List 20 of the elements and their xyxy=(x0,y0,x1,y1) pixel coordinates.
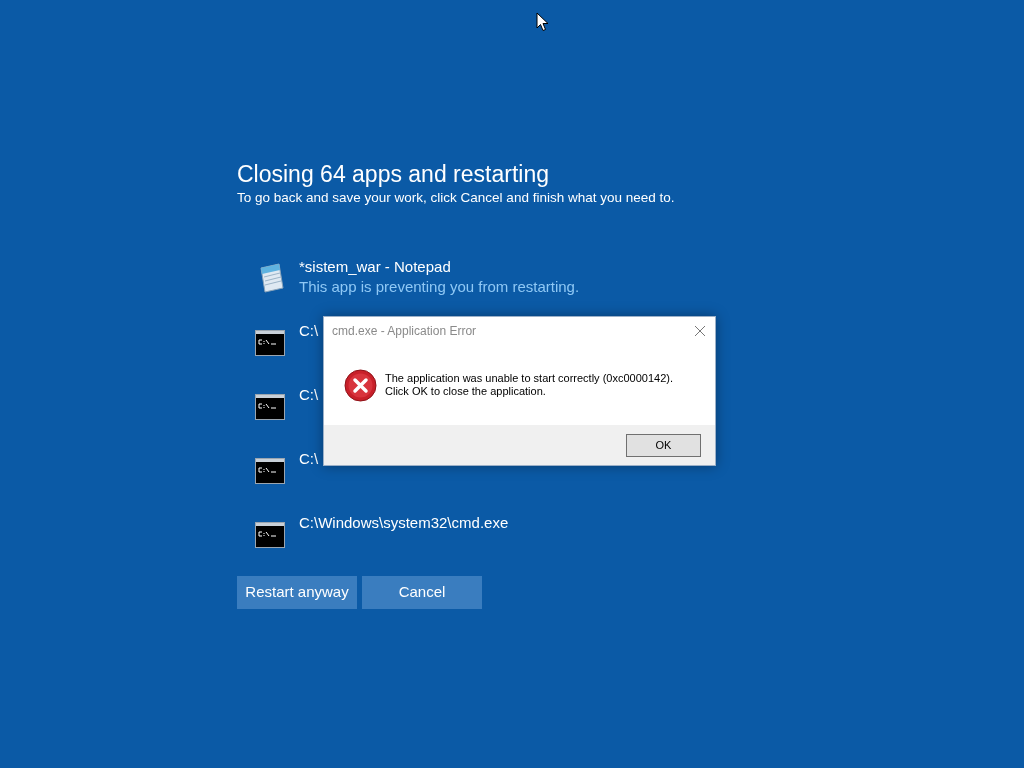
instructions-text: To go back and save your work, click Cancel and finish what you need to. xyxy=(237,189,675,207)
app-name: C:\ xyxy=(299,385,319,405)
ok-button[interactable]: OK xyxy=(626,433,701,457)
close-icon[interactable] xyxy=(694,325,706,337)
error-icon xyxy=(344,368,377,402)
restart-anyway-button[interactable]: Restart anyway xyxy=(237,576,357,609)
dialog-title: cmd.exe - Application Error xyxy=(332,323,478,340)
error-message: The application was unable to start correctly (0xc0000142). Click OK to close the application. xyxy=(385,372,673,398)
page-title: Closing 64 apps and restarting xyxy=(237,160,549,189)
command-prompt-icon xyxy=(255,522,285,548)
mouse-pointer-icon xyxy=(536,12,549,32)
command-prompt-icon xyxy=(255,458,285,484)
app-name: *sistem_war - Notepad xyxy=(299,257,451,277)
app-name: C:\ xyxy=(299,321,319,341)
app-name: C:\Windows\system32\cmd.exe xyxy=(299,513,509,533)
app-name: C:\ xyxy=(299,449,319,469)
app-status-text: This app is preventing you from restarting. xyxy=(299,277,580,297)
command-prompt-icon xyxy=(255,330,285,356)
cancel-button[interactable]: Cancel xyxy=(362,576,482,609)
command-prompt-icon xyxy=(255,394,285,420)
